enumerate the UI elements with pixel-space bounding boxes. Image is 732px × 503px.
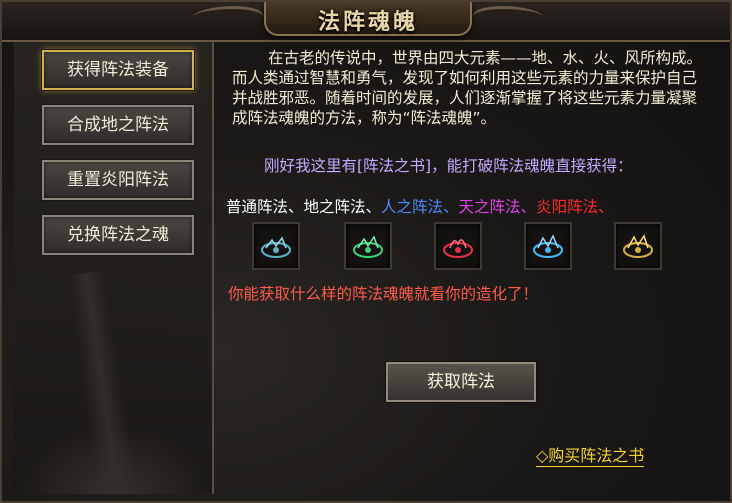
gold-formation-icon (623, 234, 653, 258)
water-formation-icon (533, 234, 563, 258)
formation-type-normal: 普通阵法、 (226, 198, 304, 216)
obtain-formation-button[interactable]: 获取阵法 (385, 361, 537, 403)
item-slot-heaven[interactable] (524, 222, 572, 270)
ice-formation-icon (261, 236, 291, 258)
item-slot-human[interactable] (434, 222, 482, 270)
rocks-decoration (14, 424, 214, 494)
formation-item-slots (252, 222, 692, 274)
formation-types-list: 普通阵法、地之阵法、人之阵法、天之阵法、炎阳阵法、 (226, 195, 716, 217)
book-hint-text: 刚好我这里有[阵法之书]，能打破阵法魂魄直接获得： (264, 157, 633, 175)
formation-type-blaze: 炎阳阵法、 (536, 198, 614, 216)
item-slot-earth[interactable] (344, 222, 392, 270)
buy-formation-book-link[interactable]: ◇购买阵法之书 (536, 442, 645, 467)
fortune-warning-text: 你能获取什么样的阵法魂魄就看你的造化了！ (228, 285, 539, 303)
menu-panel: 获得阵法装备 合成地之阵法 重置炎阳阵法 兑换阵法之魂 (14, 42, 214, 494)
item-slot-normal[interactable] (252, 222, 300, 270)
formation-type-heaven: 天之阵法、 (458, 198, 537, 216)
item-slot-blaze[interactable] (614, 222, 662, 270)
formation-type-earth: 地之阵法、 (303, 198, 382, 216)
obtain-formation-equipment-button[interactable]: 获得阵法装备 (41, 49, 195, 91)
window-title: 法阵魂魄 (317, 10, 418, 35)
reset-blaze-formation-button[interactable]: 重置炎阳阵法 (41, 159, 195, 201)
jade-formation-icon (353, 235, 383, 258)
flame-formation-icon (443, 239, 473, 258)
formation-soul-window: 法阵魂魄 获得阵法装备 合成地之阵法 重置炎阳阵法 兑换阵法之魂 在古老的传说中… (0, 0, 732, 503)
content-panel: 在古老的传说中，世界由四大元素——地、水、火、风所构成。而人类通过智慧和勇气，发… (224, 42, 722, 494)
exchange-formation-soul-button[interactable]: 兑换阵法之魂 (41, 214, 195, 256)
formation-type-human: 人之阵法、 (381, 198, 459, 216)
synthesize-earth-formation-button[interactable]: 合成地之阵法 (41, 104, 195, 146)
lore-description: 在古老的传说中，世界由四大元素——地、水、火、风所构成。而人类通过智慧和勇气，发… (232, 49, 703, 127)
